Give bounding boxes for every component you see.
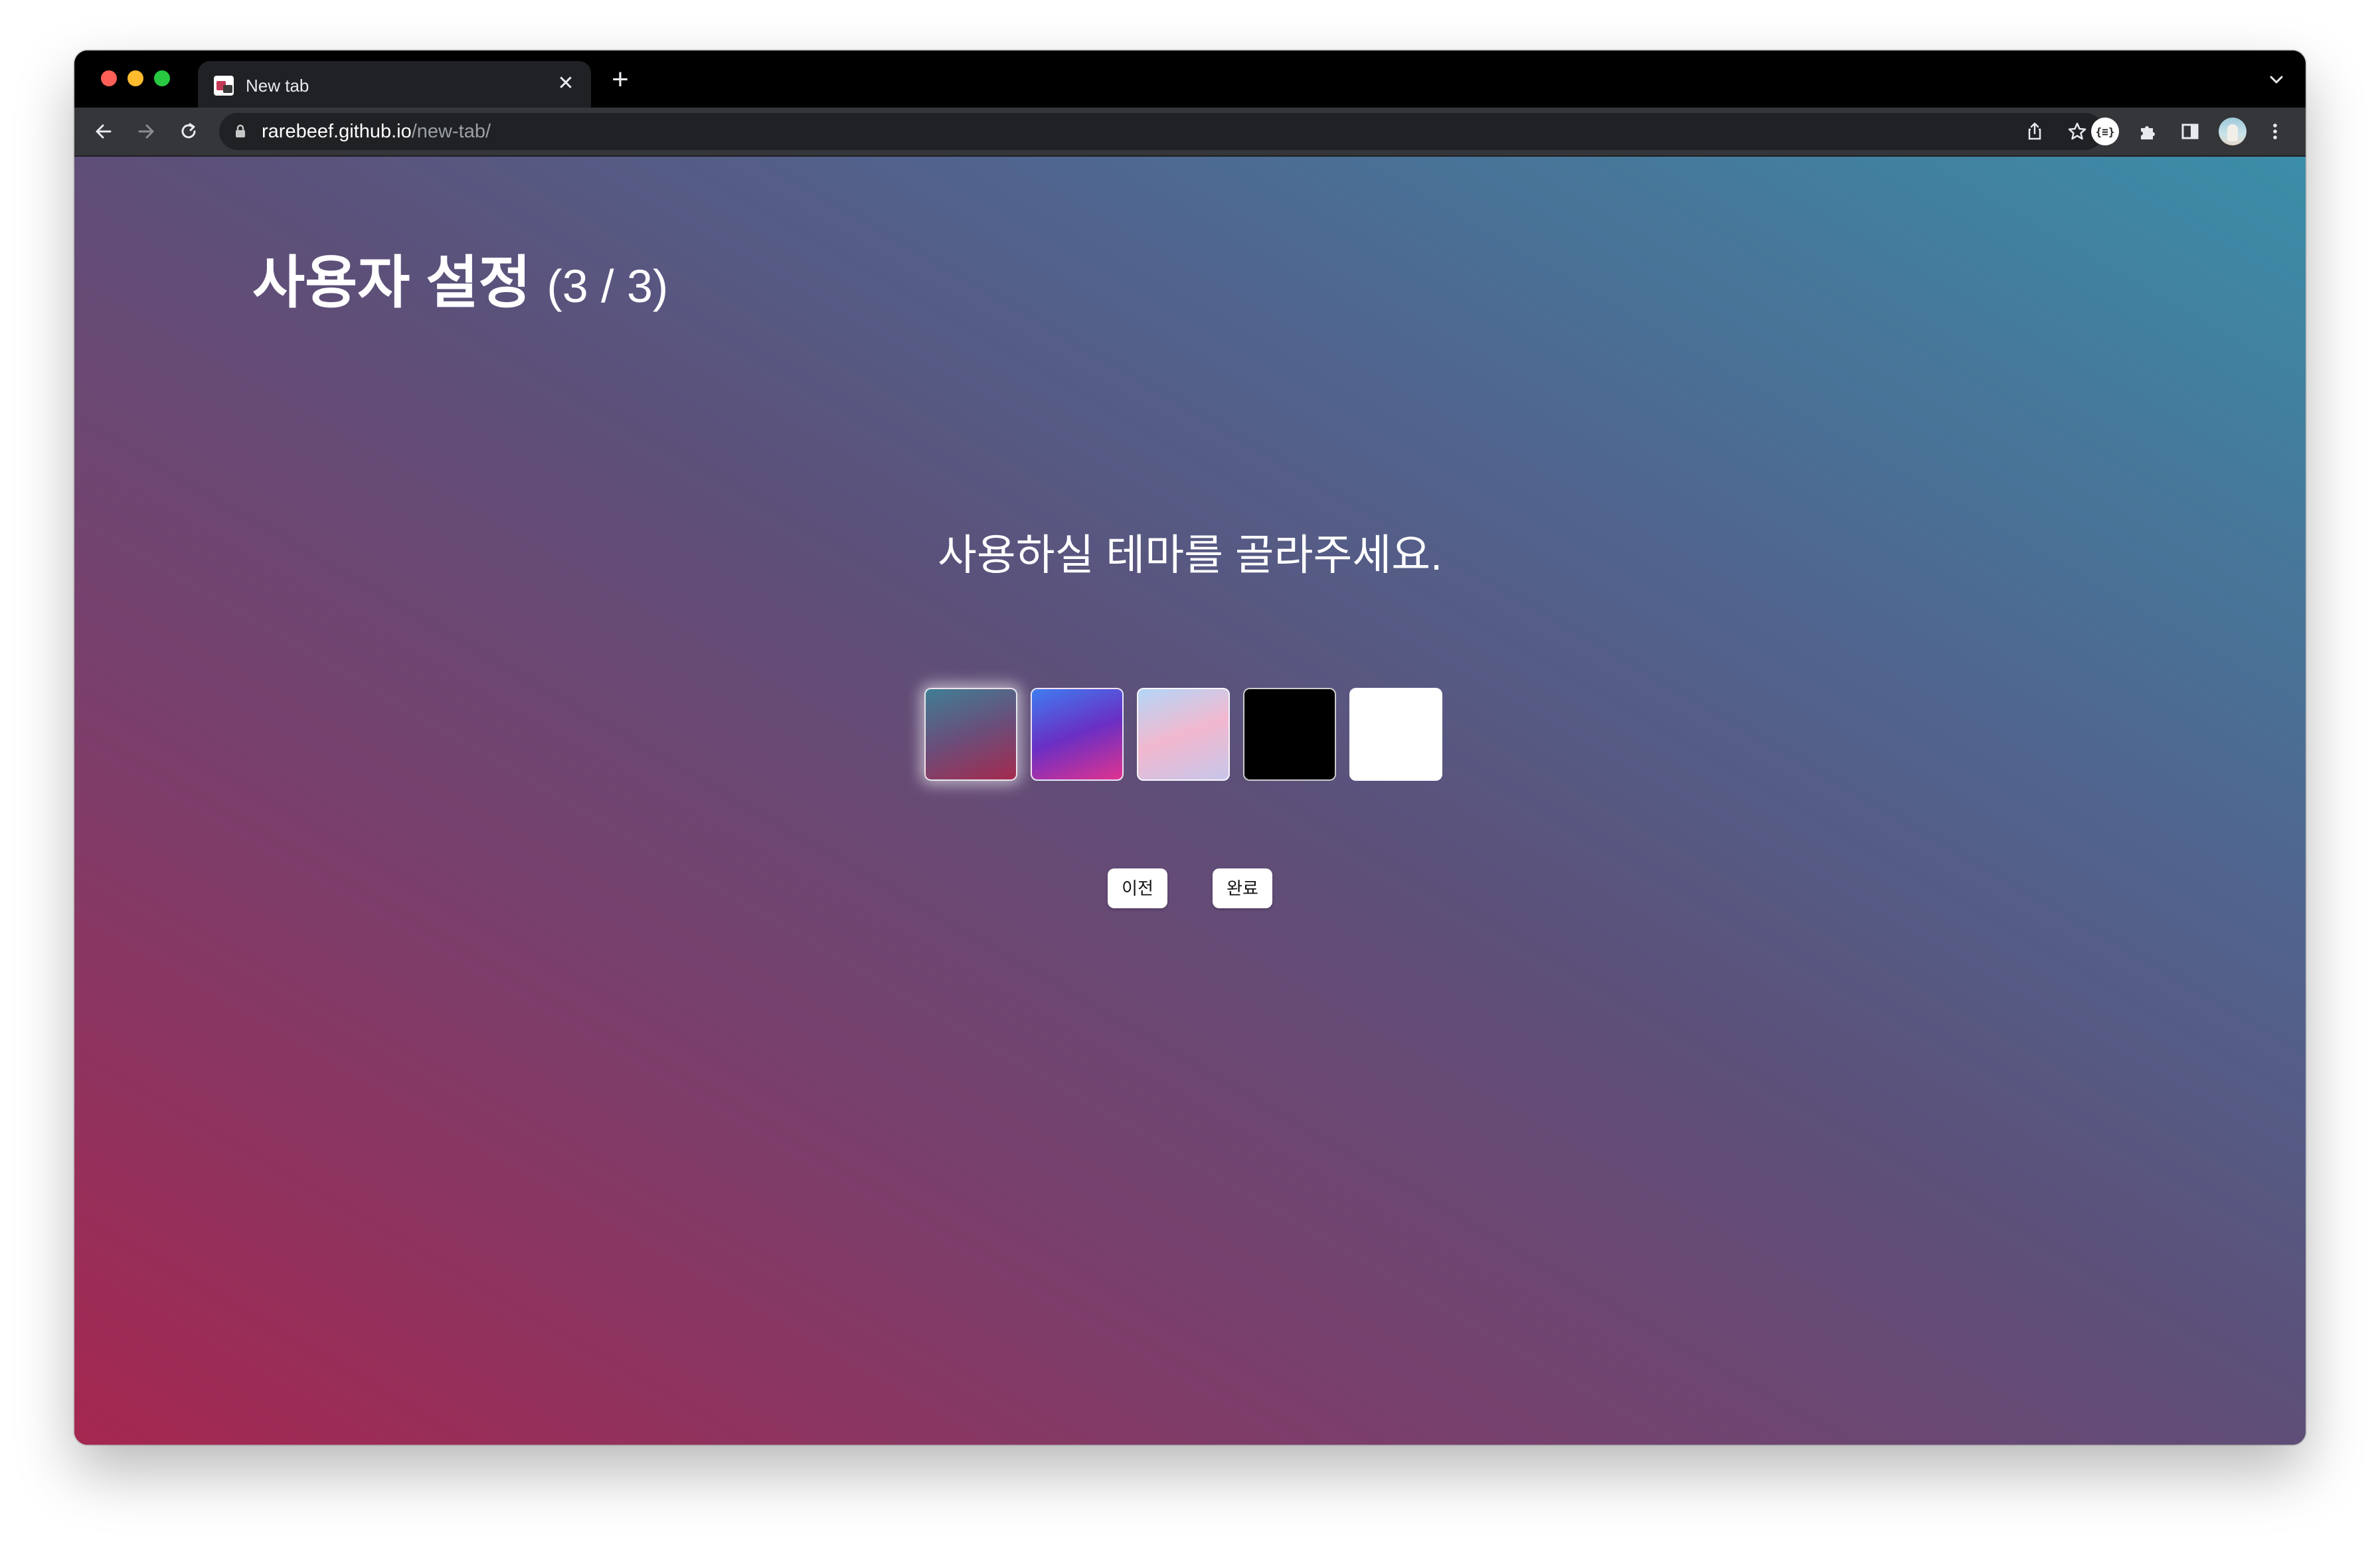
favicon-icon (214, 76, 234, 96)
avatar (2219, 118, 2247, 145)
tab-strip: New tab ✕ + (74, 50, 2306, 108)
forward-arrow-icon[interactable] (130, 116, 162, 147)
tab-new-tab[interactable]: New tab ✕ (198, 61, 591, 108)
puzzle-icon[interactable] (2133, 117, 2162, 146)
tab-list-chevron-icon[interactable] (2266, 69, 2287, 90)
page-content: 사용자 설정 (3 / 3) 사용하실 테마를 골라주세요. 이전 완료 (74, 157, 2306, 1445)
previous-button[interactable]: 이전 (1108, 868, 1167, 908)
theme-swatch[interactable] (924, 688, 1017, 781)
lock-icon[interactable] (231, 122, 250, 141)
browser-toolbar: rarebeef.github.io/new-tab/ {≡} (74, 108, 2306, 157)
theme-prompt: 사용하실 테마를 골라주세요. (938, 531, 1442, 579)
extension-badge: {≡} (2091, 118, 2119, 145)
step-indicator: (3 / 3) (547, 260, 669, 312)
theme-swatch[interactable] (1031, 688, 1124, 781)
more-menu-icon[interactable] (2260, 117, 2290, 146)
browser-window: New tab ✕ + rarebeef.github.io/new-tab/ (74, 50, 2306, 1445)
theme-swatch[interactable] (1137, 688, 1230, 781)
theme-swatch[interactable] (1243, 688, 1336, 781)
share-icon[interactable] (2023, 120, 2047, 143)
theme-swatch[interactable] (1349, 688, 1442, 781)
page-title-text: 사용자 설정 (252, 251, 531, 315)
theme-swatch-list (924, 688, 1456, 783)
tab-title: New tab (246, 76, 309, 96)
page-title: 사용자 설정 (3 / 3) (252, 250, 668, 319)
done-button[interactable]: 완료 (1213, 868, 1272, 908)
bookmark-star-icon[interactable] (2065, 120, 2089, 143)
minimize-window-button[interactable] (128, 70, 143, 86)
url-path: /new-tab/ (411, 121, 491, 142)
zoom-window-button[interactable] (154, 70, 170, 86)
tab-close-icon[interactable]: ✕ (552, 70, 579, 97)
extension-icon[interactable]: {≡} (2090, 117, 2120, 146)
new-tab-button[interactable]: + (606, 65, 635, 96)
url-domain: rarebeef.github.io (262, 121, 412, 142)
address-bar[interactable]: rarebeef.github.io/new-tab/ (219, 113, 2104, 150)
profile-avatar-icon[interactable] (2218, 117, 2247, 146)
close-window-button[interactable] (101, 70, 117, 86)
url-text: rarebeef.github.io/new-tab/ (262, 120, 491, 143)
back-arrow-icon[interactable] (88, 116, 120, 147)
reload-icon[interactable] (173, 116, 205, 147)
side-panel-icon[interactable] (2175, 117, 2205, 146)
